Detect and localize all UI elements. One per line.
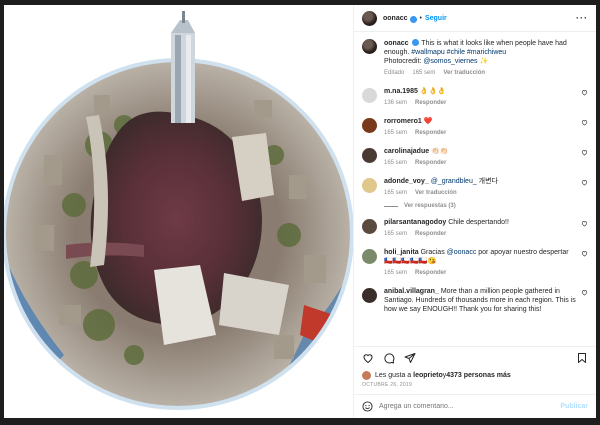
- heart-icon[interactable]: [581, 220, 588, 227]
- heart-icon[interactable]: [581, 179, 588, 186]
- comment-time: 165 sem: [384, 231, 408, 237]
- comment-username[interactable]: adonde_voy_: [384, 178, 429, 185]
- add-comment-bar: Publicar: [354, 394, 596, 418]
- heart-icon[interactable]: [581, 250, 588, 257]
- likes-prefix: Les gusta a: [375, 371, 412, 379]
- avatar[interactable]: [362, 370, 371, 380]
- post-modal: oonacc • Seguir ··· oonacc This is what …: [4, 5, 596, 418]
- comment-text: 개변다: [476, 178, 498, 185]
- comment-text-b: por apoyar nuestro despertar: [476, 249, 569, 256]
- comment-mention[interactable]: @oonacc: [447, 249, 477, 256]
- post-image: [4, 5, 353, 418]
- comment-text-a: Gracias: [420, 249, 447, 256]
- caption: oonacc This is what it looks like when p…: [362, 38, 588, 78]
- comment-item: holi_janita Gracias @oonacc por apoyar n…: [362, 248, 588, 278]
- avatar[interactable]: [362, 39, 377, 54]
- comment-input[interactable]: [379, 403, 555, 410]
- publish-button[interactable]: Publicar: [560, 403, 588, 410]
- comment-item: anibal.villagran_ More than a million pe…: [362, 287, 588, 314]
- comments-list: oonacc This is what it looks like when p…: [354, 32, 596, 346]
- view-replies-button[interactable]: Ver respuestas (3): [384, 203, 588, 209]
- comment-time: 165 sem: [384, 130, 408, 136]
- reply-button[interactable]: Responder: [415, 129, 446, 138]
- avatar[interactable]: [362, 219, 377, 234]
- post-date[interactable]: OCTUBRE 26, 2019: [354, 382, 596, 394]
- post-header: oonacc • Seguir ···: [354, 5, 596, 32]
- comment-username[interactable]: carolinajadue: [384, 148, 429, 155]
- verified-icon: [409, 15, 417, 23]
- action-bar: [354, 346, 596, 368]
- avatar[interactable]: [362, 10, 377, 26]
- comment-username[interactable]: rorromero1: [384, 118, 422, 125]
- translate-link[interactable]: Ver traducción: [415, 189, 457, 198]
- post-username[interactable]: oonacc: [383, 15, 408, 22]
- comment-username[interactable]: pilarsantanagodoy: [384, 219, 446, 226]
- comment-time: 165 sem: [384, 270, 408, 276]
- comment-item: m.na.1985 👌👌👌 136 sem Responder: [362, 87, 588, 108]
- comment-username[interactable]: anibal.villagran_: [384, 288, 439, 295]
- comment-item: rorromero1 ❤️ 165 sem Responder: [362, 117, 588, 138]
- follow-button[interactable]: Seguir: [425, 15, 447, 22]
- heart-icon[interactable]: [581, 149, 588, 156]
- caption-credit-suffix: ✨: [477, 58, 489, 65]
- comment-icon[interactable]: [383, 352, 395, 364]
- heart-icon[interactable]: [362, 352, 374, 364]
- comment-time: 165 sem: [384, 160, 408, 166]
- share-icon[interactable]: [404, 352, 416, 364]
- page-footer-strip: [0, 418, 600, 425]
- likes-summary: Les gusta a leoprieto y 4373 personas má…: [354, 368, 596, 382]
- avatar[interactable]: [362, 118, 377, 133]
- view-replies-label: Ver respuestas (3): [404, 203, 456, 209]
- caption-hashtags[interactable]: #wallmapu #chile #marichiweu: [411, 49, 506, 56]
- avatar[interactable]: [362, 88, 377, 103]
- comment-username[interactable]: holi_janita: [384, 249, 419, 256]
- post-side-panel: oonacc • Seguir ··· oonacc This is what …: [353, 5, 596, 418]
- comment-item: pilarsantanagodoy Chile despertando!! 16…: [362, 218, 588, 239]
- likes-count[interactable]: 4373 personas más: [446, 372, 511, 379]
- comment-text-c: 🇨🇱🇨🇱🇨🇱🇨🇱🇨🇱😘: [384, 258, 437, 265]
- comment-text: 👌👌👌: [419, 88, 446, 95]
- avatar[interactable]: [362, 148, 377, 163]
- caption-username[interactable]: oonacc: [384, 40, 409, 47]
- reply-button[interactable]: Responder: [415, 99, 446, 108]
- verified-icon: [412, 39, 420, 46]
- heart-icon[interactable]: [581, 119, 588, 126]
- comment-item: adonde_voy_ @_grandbleu_ 개변다 165 sem Ver …: [362, 177, 588, 198]
- caption-edited: Editado: [384, 70, 405, 76]
- reply-button[interactable]: Responder: [415, 159, 446, 168]
- replies-line: [384, 205, 398, 207]
- reply-button[interactable]: Responder: [415, 230, 446, 239]
- comment-text: ❤️: [423, 118, 433, 125]
- likes-user[interactable]: leoprieto: [413, 372, 443, 379]
- translate-link[interactable]: Ver traducción: [443, 69, 485, 78]
- comment-item: carolinajadue 👏🏻👏🏻 165 sem Responder: [362, 147, 588, 168]
- comment-text: 👏🏻👏🏻: [431, 148, 449, 155]
- more-icon[interactable]: ···: [576, 13, 588, 23]
- avatar[interactable]: [362, 288, 377, 303]
- comment-time: 136 sem: [384, 100, 408, 106]
- caption-meta: Editado 165 sem Ver traducción: [384, 69, 578, 78]
- comment-text: Chile despertando!!: [448, 219, 509, 226]
- caption-credit-handle[interactable]: @somos_viernes: [423, 58, 477, 65]
- tiny-planet-photo: [4, 5, 353, 418]
- avatar[interactable]: [362, 178, 377, 193]
- heart-icon[interactable]: [581, 89, 588, 96]
- heart-icon[interactable]: [581, 289, 588, 296]
- separator-dot: •: [419, 14, 422, 22]
- comment-time: 165 sem: [384, 190, 408, 196]
- reply-button[interactable]: Responder: [415, 269, 446, 278]
- emoji-icon[interactable]: [362, 401, 373, 412]
- comment-mention[interactable]: @_grandbleu_: [431, 178, 477, 185]
- avatar[interactable]: [362, 249, 377, 264]
- caption-time: 165 sem: [412, 70, 436, 76]
- save-icon[interactable]: [576, 352, 588, 364]
- caption-credit-prefix: Photocredit:: [384, 58, 424, 65]
- comment-username[interactable]: m.na.1985: [384, 88, 418, 95]
